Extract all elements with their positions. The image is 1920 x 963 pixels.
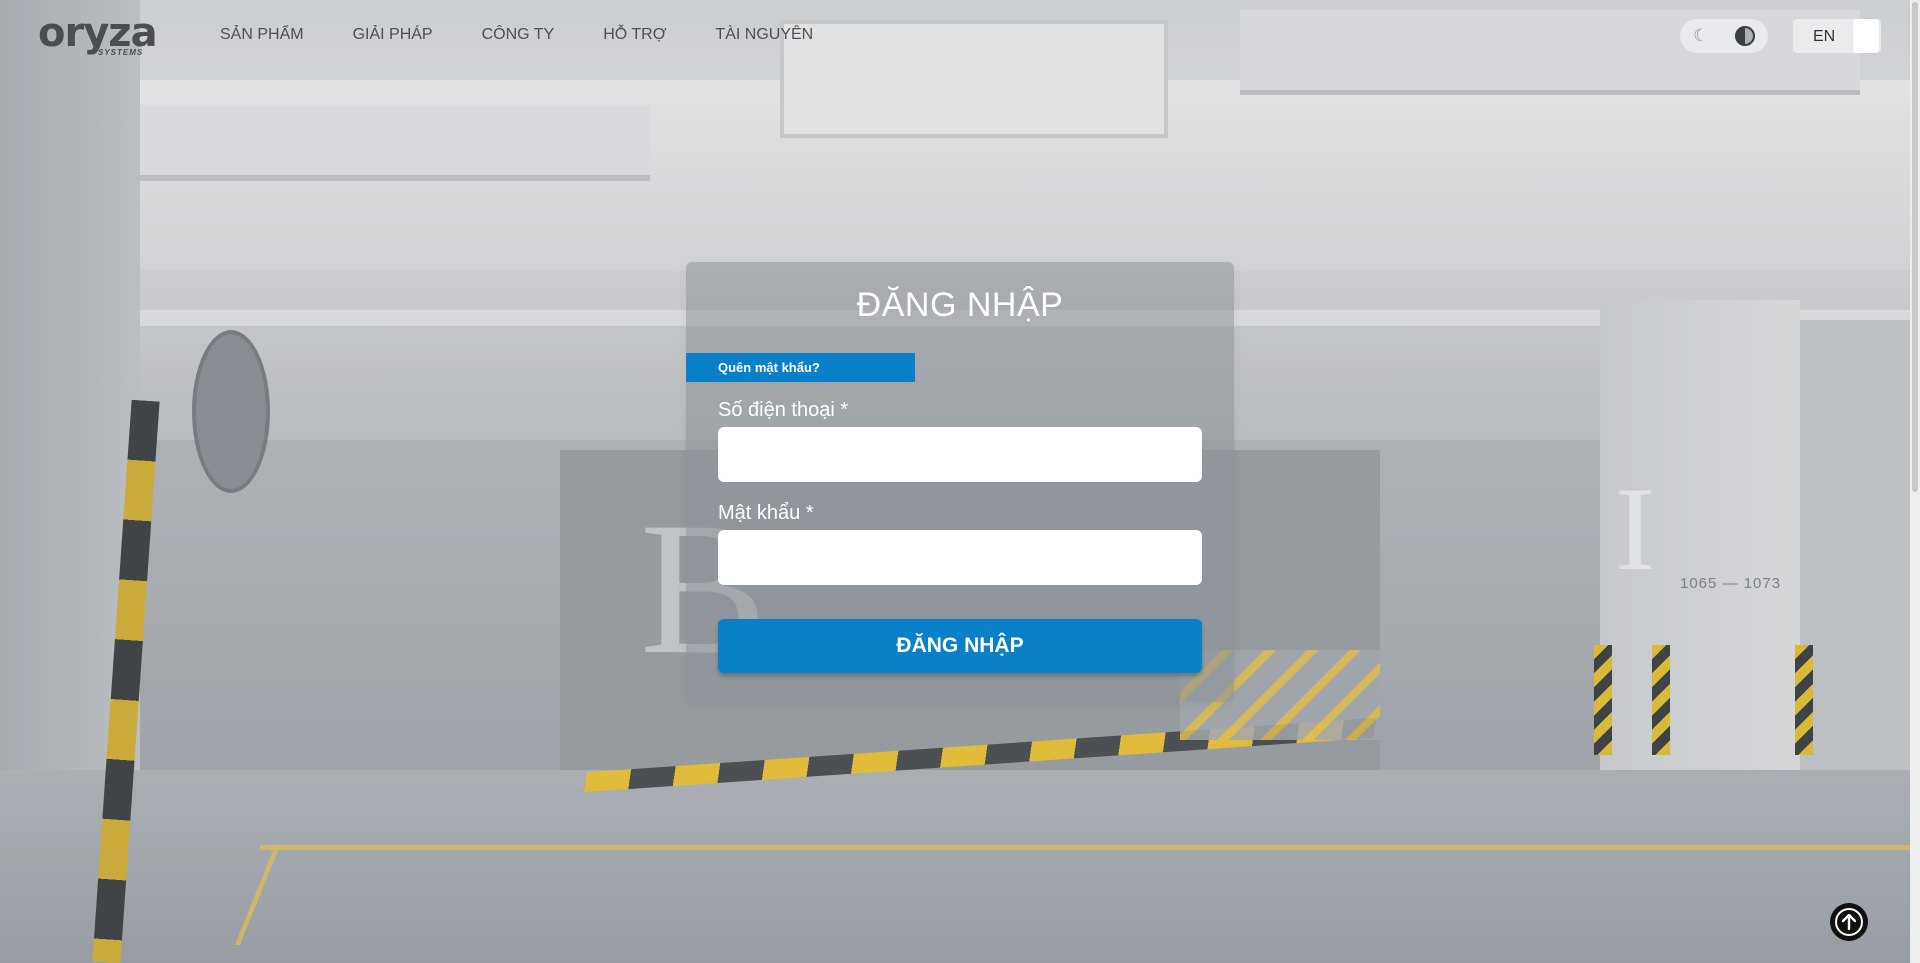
flag-icon [1853, 19, 1879, 53]
nav-item-tai-nguyen[interactable]: TÀI NGUYÊN [715, 26, 813, 44]
oryza-logo[interactable]: oryza SYSTEMS [38, 10, 158, 57]
moon-icon[interactable]: ☾ [1693, 26, 1708, 46]
arrow-up-icon [1835, 908, 1863, 936]
contrast-icon[interactable] [1734, 26, 1755, 46]
nav-item-cong-ty[interactable]: CÔNG TY [482, 26, 555, 44]
login-card: ĐĂNG NHẬP Quên mật khẩu? Số điện thoại *… [686, 262, 1234, 702]
back-to-top-button[interactable] [1830, 903, 1868, 941]
language-code: EN [1813, 28, 1836, 45]
forgot-password-link[interactable]: Quên mật khẩu? [686, 353, 915, 382]
phone-input[interactable] [718, 427, 1202, 482]
nav-item-ho-tro[interactable]: HỖ TRỢ [603, 26, 666, 44]
theme-toggle[interactable]: ☾ [1680, 19, 1768, 53]
nav-item-san-pham[interactable]: SẢN PHẨM [220, 26, 304, 44]
nav-item-giai-phap[interactable]: GIẢI PHÁP [353, 26, 433, 44]
phone-label: Số điện thoại * [718, 399, 849, 421]
language-selector[interactable]: EN [1793, 19, 1881, 53]
page-scrollbar[interactable] [1910, 0, 1920, 963]
top-header: oryza SYSTEMS SẢN PHẨM GIẢI PHÁP CÔNG TY… [0, 0, 1910, 72]
scrollbar-thumb[interactable] [1912, 2, 1918, 492]
login-title: ĐĂNG NHẬP [856, 286, 1064, 324]
password-label: Mật khẩu * [718, 502, 814, 524]
password-input[interactable] [718, 530, 1202, 585]
logo-subtext: SYSTEMS [98, 48, 144, 57]
main-nav: SẢN PHẨM GIẢI PHÁP CÔNG TY HỖ TRỢ TÀI NG… [220, 26, 862, 44]
login-button[interactable]: ĐĂNG NHẬP [718, 619, 1202, 673]
logo-wordmark: oryza [38, 10, 158, 56]
